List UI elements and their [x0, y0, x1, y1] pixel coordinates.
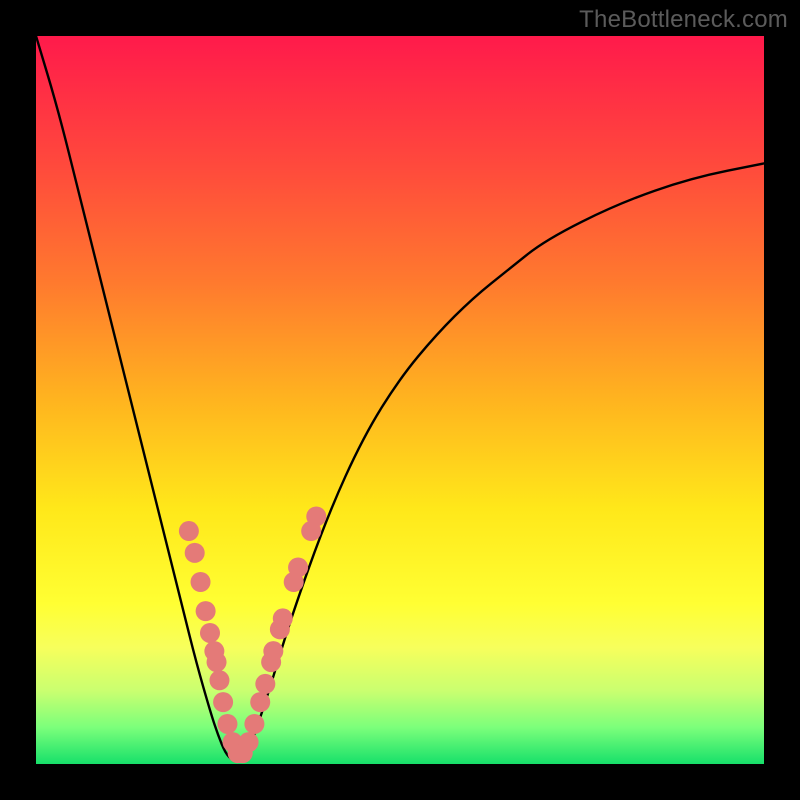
plot-area — [36, 36, 764, 764]
highlight-dot — [209, 670, 229, 690]
highlight-dot — [273, 608, 293, 628]
highlight-dot — [244, 714, 264, 734]
highlight-dot — [200, 623, 220, 643]
highlight-dot — [191, 572, 211, 592]
highlight-dot — [196, 601, 216, 621]
chart-frame: TheBottleneck.com — [0, 0, 800, 800]
highlight-dot — [185, 543, 205, 563]
bottleneck-curve — [36, 36, 764, 760]
highlight-dot — [250, 692, 270, 712]
highlight-dot — [255, 674, 275, 694]
highlight-dot — [306, 506, 326, 526]
highlight-dot — [217, 714, 237, 734]
highlight-dot — [179, 521, 199, 541]
highlight-dot — [239, 732, 259, 752]
curve-svg — [36, 36, 764, 764]
highlight-dot — [207, 652, 227, 672]
highlight-dots-group — [179, 506, 326, 763]
highlight-dot — [288, 557, 308, 577]
highlight-dot — [213, 692, 233, 712]
highlight-dot — [263, 641, 283, 661]
watermark-text: TheBottleneck.com — [579, 6, 788, 34]
